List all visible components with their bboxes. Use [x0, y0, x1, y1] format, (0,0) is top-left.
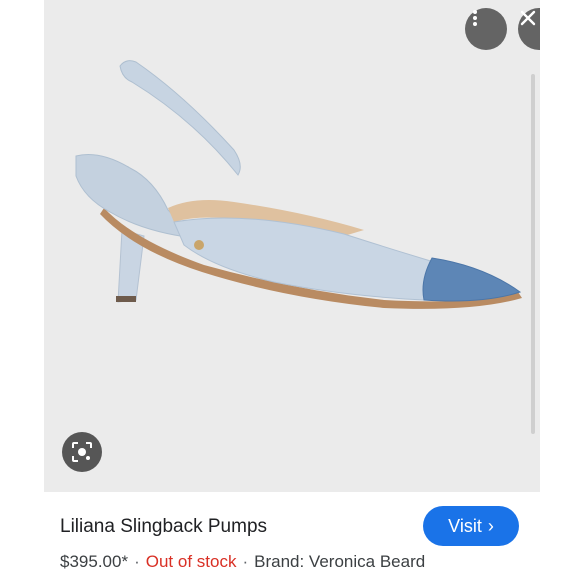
meta-separator: ·: [134, 552, 140, 571]
product-info-panel: Liliana Slingback Pumps Visit › $395.00*…: [44, 492, 540, 580]
scrollbar[interactable]: [531, 74, 535, 434]
right-margin: [540, 0, 580, 580]
shoe-illustration: [75, 60, 522, 309]
more-options-button[interactable]: [465, 8, 507, 50]
lens-search-button[interactable]: [62, 432, 102, 472]
product-price: $395.00*: [60, 552, 129, 571]
close-icon: [520, 10, 536, 26]
more-vert-icon: [473, 10, 477, 26]
visit-button[interactable]: Visit ›: [423, 506, 519, 546]
left-margin: [0, 0, 44, 580]
chevron-right-icon: ›: [487, 516, 494, 536]
product-meta: $395.00* · Out of stock · Brand: Veronica Be…: [60, 552, 425, 572]
image-viewer: Liliana Slingback Pumps Visit › $395.00*…: [0, 0, 580, 580]
visit-button-label: Visit: [448, 515, 482, 536]
product-brand: Brand: Veronica Beard: [254, 552, 426, 571]
lens-search-icon: [72, 442, 92, 462]
stock-status: Out of stock: [145, 552, 237, 571]
meta-separator: ·: [242, 552, 249, 571]
product-title[interactable]: Liliana Slingback Pumps: [60, 516, 267, 538]
product-image[interactable]: [44, 0, 540, 492]
